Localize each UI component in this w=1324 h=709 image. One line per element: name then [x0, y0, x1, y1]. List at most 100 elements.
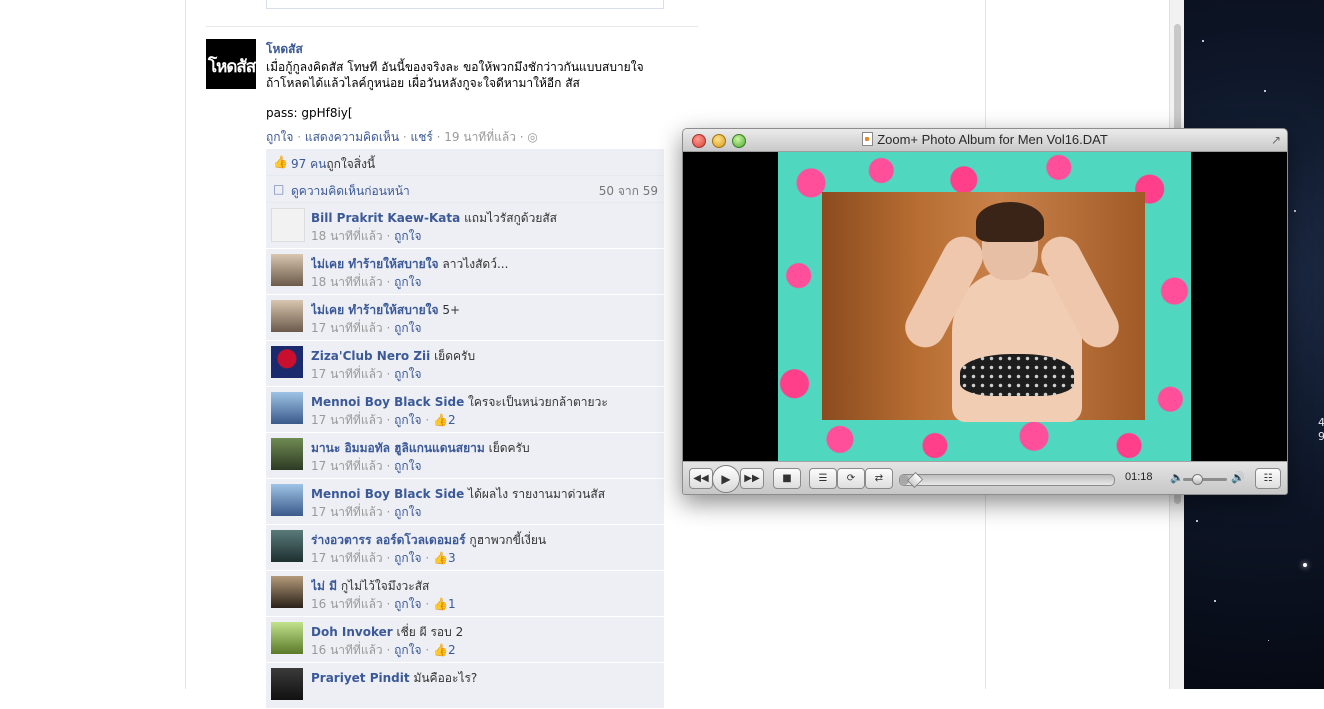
comment-author-link[interactable]: มานะ อิมมอทัล ฮูลิแกนแดนสยาม	[311, 441, 485, 455]
comment-author-link[interactable]: Bill Prakrit Kaew-Kata	[311, 211, 460, 225]
star	[1294, 210, 1296, 212]
video-area[interactable]	[683, 152, 1287, 461]
comment-like-link[interactable]: ถูกใจ	[394, 551, 421, 565]
comment-item: มานะ อิมมอทัล ฮูลิแกนแดนสยาม เย็ดครับ 17 …	[266, 433, 664, 479]
comment-like-link[interactable]: ถูกใจ	[394, 505, 421, 519]
comment-avatar[interactable]	[271, 530, 303, 562]
comment-author-link[interactable]: Doh Invoker	[311, 625, 393, 639]
share-link[interactable]: แชร์	[411, 130, 433, 144]
playlist-button[interactable]: ☰	[809, 468, 837, 489]
comment-timestamp[interactable]: 16 นาทีที่แล้ว	[311, 597, 383, 611]
comment-timestamp[interactable]: 17 นาทีที่แล้ว	[311, 505, 383, 519]
star	[1196, 520, 1198, 522]
comment-timestamp[interactable]: 16 นาทีที่แล้ว	[311, 643, 383, 657]
comment-avatar[interactable]	[271, 622, 303, 654]
comment-like-link[interactable]: ถูกใจ	[394, 459, 421, 473]
comment-like-count[interactable]: 1	[448, 597, 456, 611]
comment-timestamp[interactable]: 17 นาทีที่แล้ว	[311, 321, 383, 335]
fullscreen-icon[interactable]: ↗	[1271, 133, 1281, 147]
comment-timestamp[interactable]: 17 นาทีที่แล้ว	[311, 551, 383, 565]
comment-timestamp[interactable]: 17 นาทีที่แล้ว	[311, 413, 383, 427]
comment-avatar[interactable]	[271, 668, 303, 700]
person-figure	[898, 202, 1126, 422]
comment-author-link[interactable]: Ziza'Club Nero Zii	[311, 349, 430, 363]
thumbs-up-icon: 👍	[273, 155, 288, 169]
comment-link[interactable]: แสดงความคิดเห็น	[305, 130, 399, 144]
likes-suffix: ถูกใจสิ่งนี้	[326, 157, 376, 171]
fast-forward-button[interactable]: ▶▶	[740, 468, 764, 489]
comment-author-link[interactable]: ไม่เคย ทำร้ายให้สบายใจ	[311, 303, 439, 317]
volume-high-icon: 🔊	[1231, 471, 1245, 484]
comment-text: แถมไวรัสกูด้วยสัส	[464, 211, 557, 225]
comment-meta: 17 นาทีที่แล้ว · ถูกใจ · 👍2	[311, 411, 456, 430]
separator: ·	[382, 275, 395, 289]
comment-author-link[interactable]: ร่างอวตารร ลอร์ดโวลเดอมอร์	[311, 533, 466, 547]
separator: ·	[421, 643, 433, 657]
video-player-window[interactable]: Zoom+ Photo Album for Men Vol16.DAT ↗ ◀◀…	[682, 128, 1288, 495]
comment-timestamp[interactable]: 17 นาทีที่แล้ว	[311, 459, 383, 473]
comment-text-line: Ziza'Club Nero Zii เย็ดครับ	[311, 347, 656, 366]
comment-like-count[interactable]: 3	[448, 551, 456, 565]
comment-avatar[interactable]	[271, 254, 303, 286]
view-previous-comments-link[interactable]: ดูความคิดเห็นก่อนหน้า	[291, 182, 410, 201]
comment-meta: 18 นาทีที่แล้ว · ถูกใจ	[311, 273, 422, 292]
equalizer-button[interactable]: ☷	[1255, 468, 1281, 489]
comment-text-line: ไม่เคย ทำร้ายให้สบายใจ ลาวไงสัดว์...	[311, 255, 656, 274]
post-avatar[interactable]: โหดสัส	[206, 39, 256, 89]
comment-like-link[interactable]: ถูกใจ	[394, 643, 421, 657]
separator: ·	[399, 130, 411, 144]
comment-timestamp[interactable]: 18 นาทีที่แล้ว	[311, 275, 383, 289]
comment-text: เย็ดครับ	[434, 349, 476, 363]
comment-like-link[interactable]: ถูกใจ	[394, 275, 421, 289]
comment-item: ร่างอวตารร ลอร์ดโวลเดอมอร์ กูฮาพวกขี้เงี…	[266, 525, 664, 571]
comment-text-line: Mennoi Boy Black Side ใครจะเป็นหน่วยกล้า…	[311, 393, 656, 412]
volume-slider[interactable]	[1183, 474, 1227, 485]
comment-text-line: ร่างอวตารร ลอร์ดโวลเดอมอร์ กูฮาพวกขี้เงี…	[311, 531, 656, 550]
comment-avatar[interactable]	[271, 300, 303, 332]
comment-author-link[interactable]: Mennoi Boy Black Side	[311, 395, 464, 409]
stop-button[interactable]: ■	[773, 468, 801, 489]
view-previous-row: □ ดูความคิดเห็นก่อนหน้า 50 จาก 59	[266, 176, 664, 203]
comment-timestamp[interactable]: 17 นาทีที่แล้ว	[311, 367, 383, 381]
rewind-button[interactable]: ◀◀	[689, 468, 713, 489]
separator: ·	[382, 643, 395, 657]
comments-panel: 👍 97 คนถูกใจสิ่งนี้ □ ดูความคิดเห็นก่อนห…	[266, 149, 664, 709]
comment-avatar[interactable]	[271, 576, 303, 608]
window-titlebar[interactable]: Zoom+ Photo Album for Men Vol16.DAT ↗	[683, 129, 1287, 152]
comment-author-link[interactable]: ไม่ มี	[311, 579, 337, 593]
comment-like-link[interactable]: ถูกใจ	[394, 229, 421, 243]
comment-meta: 17 นาทีที่แล้ว · ถูกใจ	[311, 457, 422, 476]
likes-count-link[interactable]: 97 คน	[291, 157, 326, 171]
comment-like-link[interactable]: ถูกใจ	[394, 413, 421, 427]
comment-avatar[interactable]	[271, 346, 303, 378]
comment-list: Bill Prakrit Kaew-Kata แถมไวรัสกูด้วยสัส…	[266, 203, 664, 709]
comment-avatar[interactable]	[271, 208, 305, 242]
comment-author-link[interactable]: Mennoi Boy Black Side	[311, 487, 464, 501]
comment-author-link[interactable]: ไม่เคย ทำร้ายให้สบายใจ	[311, 257, 439, 271]
avatar-logo-text: โหดสัส	[208, 57, 256, 77]
comment-meta: 17 นาทีที่แล้ว · ถูกใจ	[311, 319, 422, 338]
repeat-button[interactable]: ⟳	[837, 468, 865, 489]
comment-like-link[interactable]: ถูกใจ	[394, 597, 421, 611]
comment-avatar[interactable]	[271, 392, 303, 424]
comment-like-count[interactable]: 2	[448, 413, 456, 427]
play-button[interactable]: ▶	[712, 465, 740, 493]
comment-like-count[interactable]: 2	[448, 643, 456, 657]
seek-bar[interactable]	[899, 472, 1115, 488]
comment-like-link[interactable]: ถูกใจ	[394, 321, 421, 335]
post-timestamp[interactable]: 19 นาทีที่แล้ว	[444, 130, 516, 144]
separator: ·	[421, 597, 433, 611]
comment-avatar[interactable]	[271, 438, 303, 470]
shuffle-button[interactable]: ⇄	[865, 468, 893, 489]
post-divider	[206, 26, 698, 27]
comment-item: ไม่เคย ทำร้ายให้สบายใจ 5+ 17 นาทีที่แล้ว …	[266, 295, 664, 341]
comment-author-link[interactable]: Prariyet Pindit	[311, 671, 410, 685]
comment-avatar[interactable]	[271, 484, 303, 516]
like-link[interactable]: ถูกใจ	[266, 130, 293, 144]
seek-knob[interactable]	[906, 472, 923, 488]
comment-timestamp[interactable]: 18 นาทีที่แล้ว	[311, 229, 383, 243]
comment-item: ไม่เคย ทำร้ายให้สบายใจ ลาวไงสัดว์... 18 น…	[266, 249, 664, 295]
post-author-link[interactable]: โหดสัส	[266, 40, 303, 59]
comment-like-link[interactable]: ถูกใจ	[394, 367, 421, 381]
volume-knob[interactable]	[1192, 474, 1204, 485]
